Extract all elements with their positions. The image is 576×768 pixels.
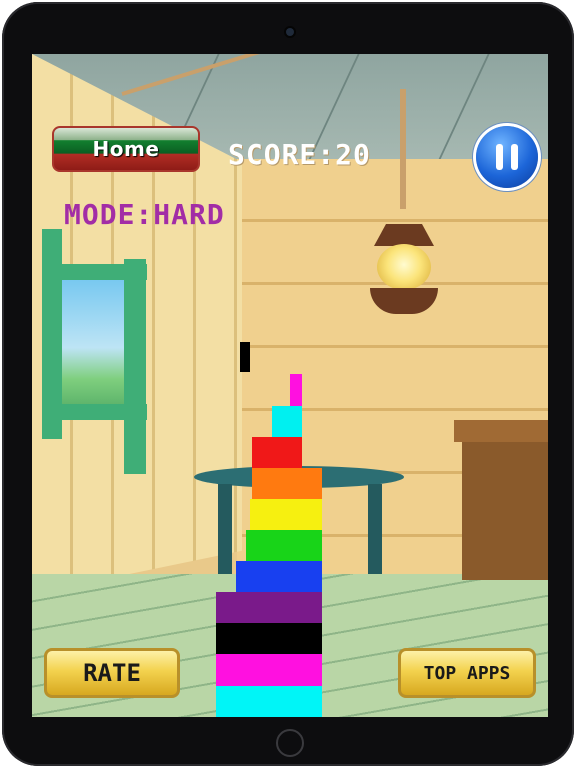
tower-block (252, 437, 302, 468)
tower-block (290, 374, 302, 406)
score-display: SCORE:20 (228, 138, 371, 171)
falling-block (240, 342, 250, 372)
tower-block (216, 654, 322, 686)
game-screen[interactable]: Home SCORE:20 MODE:HARD RATE TOP APPS (32, 54, 548, 717)
tower-block (216, 592, 322, 623)
tablet-frame: Home SCORE:20 MODE:HARD RATE TOP APPS (2, 2, 574, 766)
rate-button[interactable]: RATE (44, 648, 180, 698)
lantern-glow (377, 244, 431, 290)
tower-block (246, 530, 322, 561)
wooden-shelf (454, 420, 548, 580)
mode-label: MODE:HARD (64, 198, 225, 231)
window-frame (124, 259, 146, 474)
table-leg (368, 484, 382, 574)
home-button[interactable]: Home (52, 126, 200, 172)
shelf-top (454, 420, 548, 442)
front-camera (286, 28, 294, 36)
tower-block (250, 499, 322, 530)
hardware-home-button[interactable] (276, 729, 304, 757)
tower-block (236, 561, 322, 592)
pause-button[interactable] (476, 126, 538, 188)
table-leg (218, 484, 232, 574)
window (32, 229, 162, 474)
pause-icon (496, 144, 503, 170)
window-glass (60, 279, 126, 404)
pause-icon (511, 144, 518, 170)
window-frame (42, 404, 147, 420)
tower-block (216, 623, 322, 654)
tower-block (272, 406, 302, 437)
tower-block (216, 686, 322, 717)
top-apps-button[interactable]: TOP APPS (398, 648, 536, 698)
tower-block (252, 468, 322, 499)
window-frame (42, 264, 147, 280)
